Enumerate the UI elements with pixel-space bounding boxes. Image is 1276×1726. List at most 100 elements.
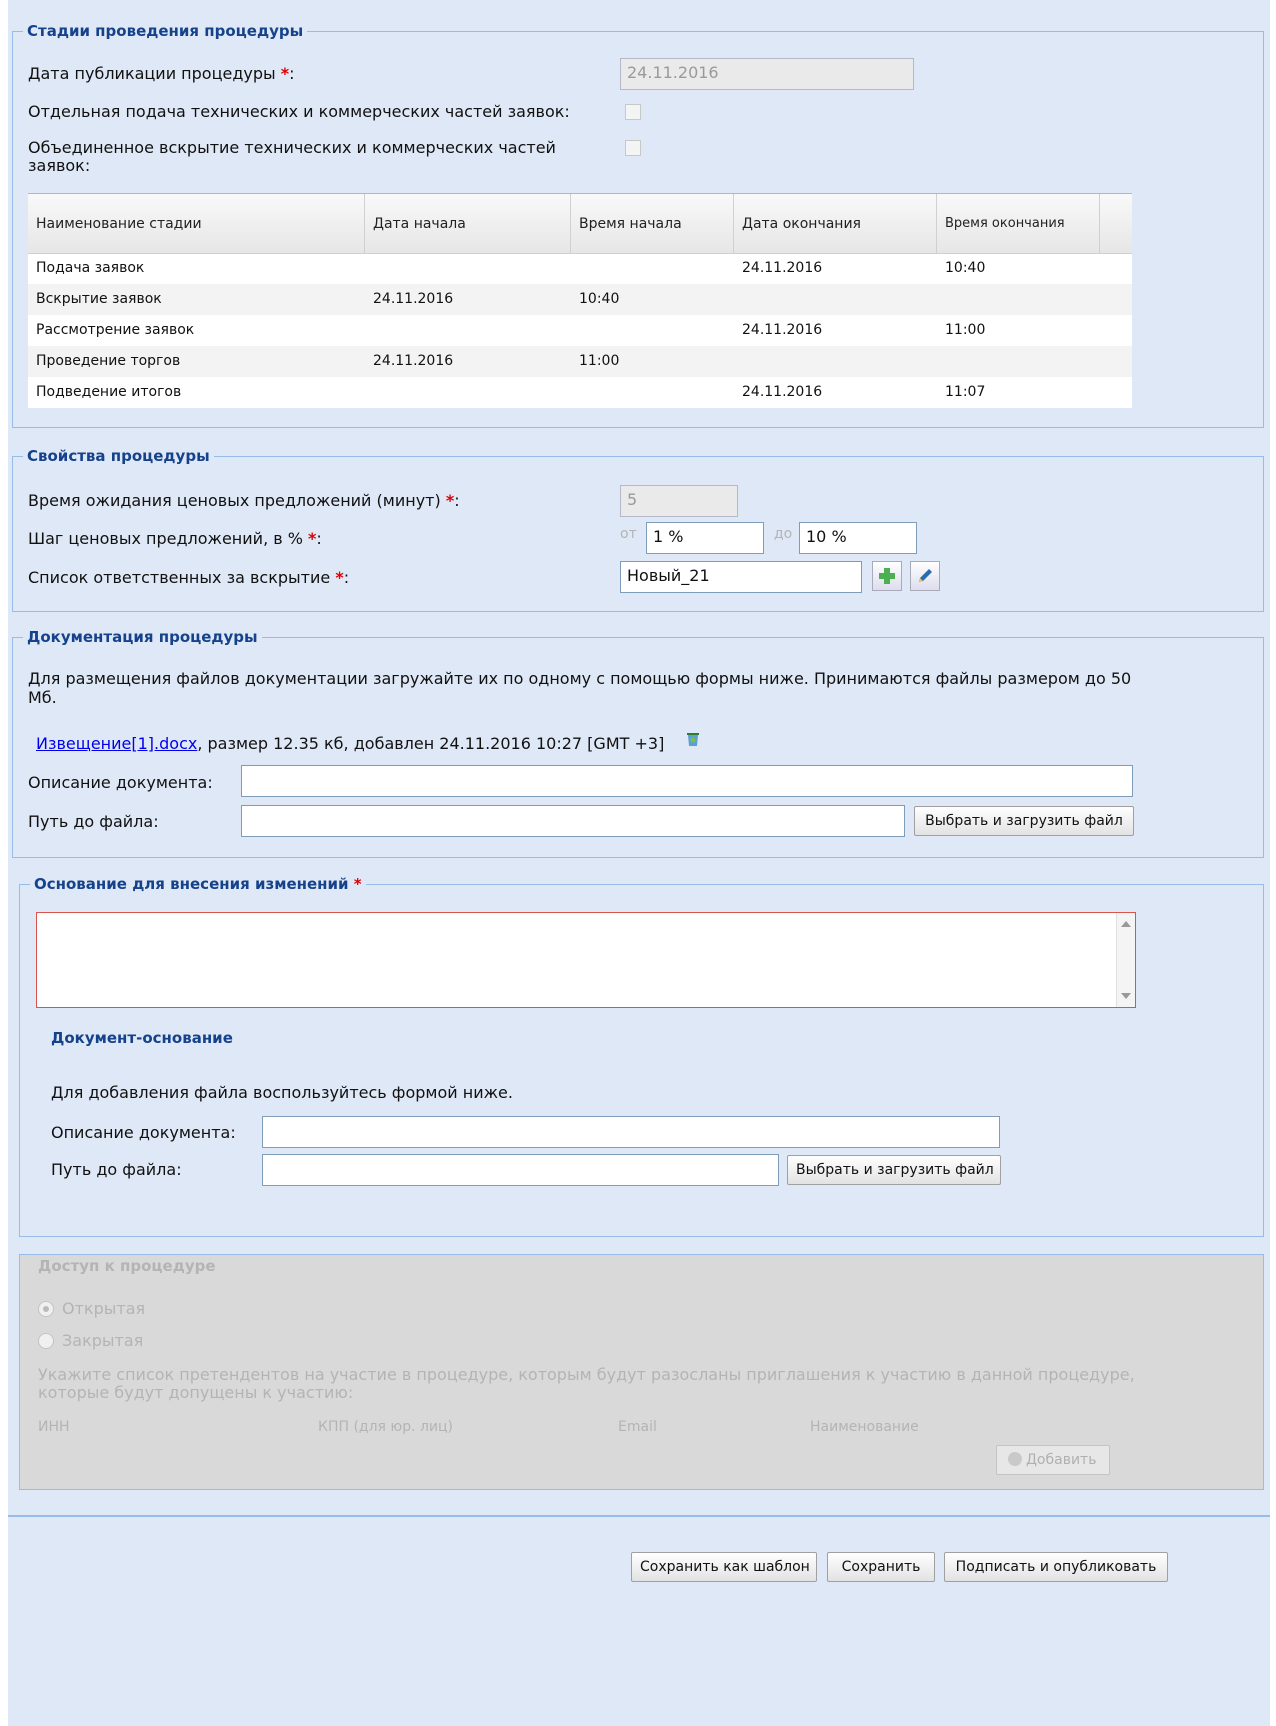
table-cell [571, 315, 734, 346]
table-row[interactable]: Вскрытие заявок 24.11.2016 10:40 [28, 284, 1132, 315]
table-row[interactable]: Подведение итогов 24.11.2016 11:07 [28, 377, 1132, 408]
col-stage-name: Наименование стадии [28, 194, 365, 253]
from-label: от [620, 526, 637, 542]
col-start-date: Дата начала [365, 194, 571, 253]
file-link[interactable]: Извещение[1].docx [36, 734, 197, 753]
table-cell: 24.11.2016 [373, 291, 454, 307]
access-open-label: Открытая [62, 1299, 146, 1318]
col-spacer [1100, 194, 1132, 253]
step-from-input[interactable]: 1 % [646, 522, 764, 554]
table-cell [571, 377, 734, 408]
save-button[interactable]: Сохранить [827, 1552, 935, 1582]
pub-date-label: Дата публикации процедуры *: [28, 64, 295, 83]
save-as-template-button[interactable]: Сохранить как шаблон [631, 1552, 817, 1582]
access-col-inn: ИНН [38, 1419, 70, 1435]
access-legend: Доступ к процедуре [38, 1257, 216, 1275]
basis-legend: Основание для внесения изменений * [34, 875, 362, 893]
separate-submission-checkbox[interactable] [625, 104, 641, 120]
price-step-label: Шаг ценовых предложений, в % *: [28, 529, 322, 548]
pencil-icon [919, 569, 932, 582]
to-label: до [774, 526, 793, 542]
access-open-radio[interactable] [38, 1301, 54, 1317]
table-cell: 11:00 [579, 353, 620, 369]
basis-path-input[interactable] [262, 1154, 779, 1186]
responsible-list-input[interactable]: Новый_21 [620, 561, 862, 593]
docs-legend: Документация процедуры [27, 628, 258, 646]
table-cell: 24.11.2016 [742, 384, 823, 400]
basis-document-subtitle: Документ-основание [51, 1029, 233, 1047]
basis-desc-input[interactable] [262, 1116, 1000, 1148]
docs-desc-label: Описание документа: [28, 773, 213, 792]
table-cell: Подведение итогов [36, 384, 182, 400]
scroll-up-icon[interactable] [1121, 921, 1131, 927]
form-container: Стадии проведения процедуры Дата публика… [8, 0, 1270, 1726]
col-start-time: Время начала [571, 194, 734, 253]
access-panel: Доступ к процедуре Открытая Закрытая Ука… [19, 1254, 1264, 1490]
table-cell: Подача заявок [36, 260, 145, 276]
table-cell: 11:00 [945, 322, 986, 338]
access-col-email: Email [618, 1419, 657, 1435]
uploaded-file-row: Извещение[1].docx, размер 12.35 кб, доба… [36, 734, 664, 753]
docs-info-line2: Мб. [28, 688, 57, 707]
file-meta: , размер 12.35 кб, добавлен 24.11.2016 1… [197, 734, 665, 753]
docs-path-input[interactable] [241, 805, 905, 837]
combined-opening-label: Объединенное вскрытие технических и комм… [28, 138, 556, 157]
table-row[interactable]: Проведение торгов 24.11.2016 11:00 [28, 346, 1132, 377]
access-closed-radio[interactable] [38, 1333, 54, 1349]
access-add-button[interactable]: Добавить [996, 1445, 1110, 1475]
table-cell: Проведение торгов [36, 353, 181, 369]
table-cell: 11:07 [945, 384, 986, 400]
table-cell: 10:40 [579, 291, 620, 307]
footer-divider [8, 1515, 1270, 1517]
step-to-input[interactable]: 10 % [799, 522, 917, 554]
docs-info-line1: Для размещения файлов документации загру… [28, 669, 1132, 688]
responsible-list-label: Список ответственных за вскрытие *: [28, 568, 350, 587]
docs-desc-input[interactable] [241, 765, 1133, 797]
table-cell [734, 284, 937, 315]
edit-responsible-button[interactable] [910, 561, 940, 591]
table-cell: 24.11.2016 [742, 260, 823, 276]
props-legend: Свойства процедуры [27, 447, 210, 465]
pub-date-input[interactable]: 24.11.2016 [620, 58, 914, 90]
combined-opening-label-cont: заявок: [28, 156, 91, 175]
table-cell [734, 346, 937, 377]
scroll-down-icon[interactable] [1121, 993, 1131, 999]
docs-upload-button[interactable]: Выбрать и загрузить файл [914, 806, 1134, 836]
table-cell [937, 284, 1100, 315]
stages-legend: Стадии проведения процедуры [27, 22, 304, 40]
delete-file-button[interactable] [684, 730, 702, 748]
add-circle-icon [1007, 1452, 1022, 1466]
col-end-time: Время окончания [937, 194, 1100, 253]
plus-icon [879, 568, 895, 584]
separate-submission-label: Отдельная подача технических и коммерчес… [28, 102, 570, 121]
access-col-kpp: КПП (для юр. лиц) [318, 1419, 454, 1435]
combined-opening-checkbox[interactable] [625, 140, 641, 156]
access-closed-label: Закрытая [62, 1331, 144, 1350]
access-col-name: Наименование [810, 1419, 919, 1435]
table-cell [365, 253, 571, 284]
basis-desc-label: Описание документа: [51, 1123, 236, 1142]
table-cell: 24.11.2016 [742, 322, 823, 338]
wait-time-input[interactable]: 5 [620, 485, 738, 517]
col-end-date: Дата окончания [734, 194, 937, 253]
table-cell [571, 253, 734, 284]
table-cell [365, 377, 571, 408]
add-responsible-button[interactable] [872, 561, 902, 591]
basis-path-label: Путь до файла: [51, 1160, 182, 1179]
sign-publish-button[interactable]: Подписать и опубликовать [944, 1552, 1168, 1582]
access-info-line2: которые будут допущены к участию: [38, 1383, 354, 1402]
table-row[interactable]: Подача заявок 24.11.2016 10:40 [28, 253, 1132, 284]
textarea-scrollbar[interactable] [1116, 913, 1135, 1007]
table-cell [937, 346, 1100, 377]
table-cell: Вскрытие заявок [36, 291, 162, 307]
docs-path-label: Путь до файла: [28, 812, 159, 831]
table-cell: 24.11.2016 [373, 353, 454, 369]
stages-table: Наименование стадии Дата начала Время на… [28, 193, 1132, 408]
wait-time-label: Время ожидания ценовых предложений (мину… [28, 491, 460, 510]
basis-upload-button[interactable]: Выбрать и загрузить файл [787, 1155, 1001, 1185]
table-cell: 10:40 [945, 260, 986, 276]
table-cell: Рассмотрение заявок [36, 322, 195, 338]
table-row[interactable]: Рассмотрение заявок 24.11.2016 11:00 [28, 315, 1132, 346]
basis-textarea[interactable] [36, 912, 1136, 1008]
table-cell [365, 315, 571, 346]
